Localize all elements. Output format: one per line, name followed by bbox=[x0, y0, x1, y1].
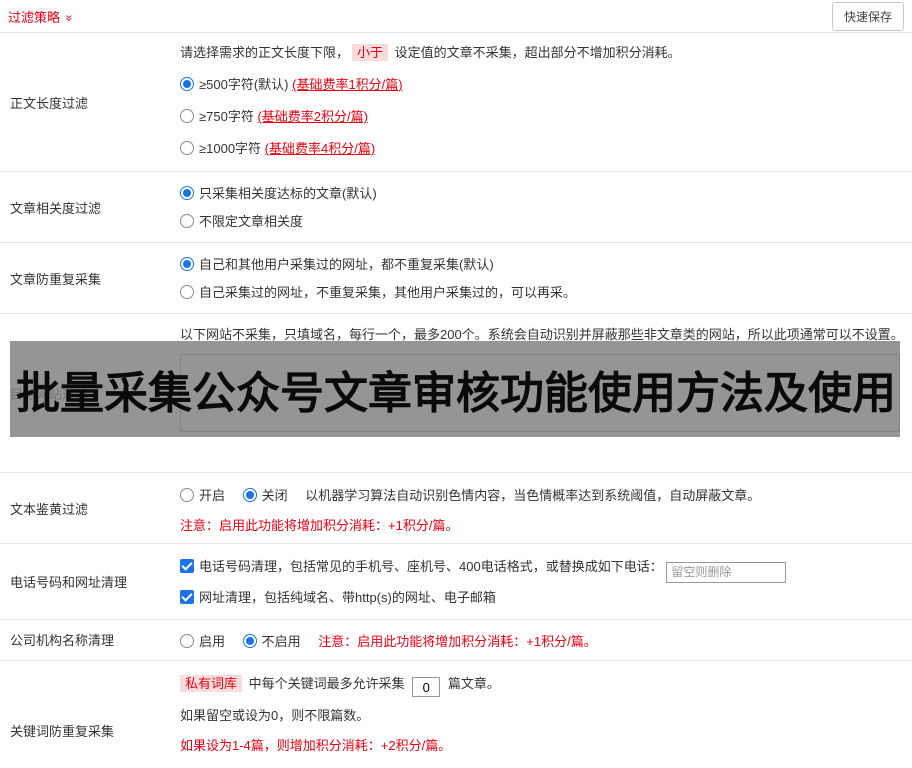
keyword-line3: 如果设为1-4篇，则增加积分消耗：+2积分/篇。 bbox=[180, 738, 452, 753]
checkbox-url-cleanup[interactable]: 网址清理，包括纯域名、带http(s)的网址、电子邮箱 bbox=[180, 589, 496, 605]
radio-option-dedup-all[interactable]: 自己和其他用户采集过的网址，都不重复采集(默认) bbox=[180, 251, 904, 279]
option-label: 不限定文章相关度 bbox=[199, 214, 304, 229]
keyword-line1-end: 篇文章。 bbox=[447, 675, 500, 691]
keyword-line1-mid: 中每个关键词最多允许采集 bbox=[248, 675, 405, 691]
radio-option-relevance-only[interactable]: 只采集相关度达标的文章(默认) bbox=[180, 180, 904, 208]
page-title[interactable]: 过滤策略 » bbox=[8, 7, 76, 26]
row-dedup: 文章防重复采集 自己和其他用户采集过的网址，都不重复采集(默认) 自己采集过的网… bbox=[0, 243, 912, 314]
radio-icon[interactable] bbox=[180, 257, 194, 271]
radio-option-1000[interactable]: ≥1000字符 (基础费率4积分/篇) bbox=[180, 133, 904, 165]
company-warning: 注意：启用此功能将增加积分消耗：+1积分/篇。 bbox=[318, 633, 597, 649]
radio-icon[interactable] bbox=[180, 141, 194, 155]
radio-icon[interactable] bbox=[180, 285, 194, 299]
option-label: ≥750字符 bbox=[199, 109, 258, 124]
radio-icon[interactable] bbox=[180, 488, 194, 502]
row-porn-filter-label: 文本鉴黄过滤 bbox=[10, 501, 89, 517]
radio-icon[interactable] bbox=[180, 214, 194, 228]
option-label: 网址清理，包括纯域名、带http(s)的网址、电子邮箱 bbox=[199, 589, 496, 605]
fee-note: (基础费率1积分/篇) bbox=[292, 77, 403, 92]
row-keyword-dedup: 关键词防重复采集 私有词库 中每个关键词最多允许采集 篇文章。 如果留空或设为0… bbox=[0, 661, 912, 768]
option-label: 不启用 bbox=[261, 633, 301, 649]
option-label: 开启 bbox=[199, 488, 226, 503]
radio-icon[interactable] bbox=[242, 633, 257, 648]
desc-after: 设定值的文章不采集，超出部分不增加积分消耗。 bbox=[391, 45, 681, 60]
fee-note: (基础费率2积分/篇) bbox=[257, 109, 368, 124]
porn-filter-warning: 注意：启用此功能将增加积分消耗：+1积分/篇。 bbox=[180, 518, 459, 533]
keyword-line2: 如果留空或设为0，则不限篇数。 bbox=[180, 708, 370, 723]
row-keyword-dedup-body: 私有词库 中每个关键词最多允许采集 篇文章。 如果留空或设为0，则不限篇数。 如… bbox=[180, 661, 912, 768]
option-label: 启用 bbox=[199, 633, 226, 649]
radio-option-dedup-self[interactable]: 自己采集过的网址，不重复采集，其他用户采集过的，可以再采。 bbox=[180, 279, 904, 307]
watermark-banner: 批量采集公众号文章审核功能使用方法及使用 bbox=[10, 341, 900, 437]
filter-strategy-page: 过滤策略 » 快速保存 正文长度过滤 请选择需求的正文长度下限， 小于 设定值的文… bbox=[0, 0, 912, 768]
option-label: 只采集相关度达标的文章(默认) bbox=[199, 186, 377, 201]
row-keyword-dedup-label: 关键词防重复采集 bbox=[10, 724, 115, 740]
keyword-count-input[interactable] bbox=[412, 677, 441, 697]
option-label: ≥500字符(默认) bbox=[199, 77, 293, 92]
radio-option-porn-on[interactable]: 开启 bbox=[180, 488, 229, 503]
row-porn-filter: 文本鉴黄过滤 开启 关闭 以机器学习算法自动识别色情内容，当色情概率达到系统阈值… bbox=[0, 473, 912, 544]
option-label: 自己和其他用户采集过的网址，都不重复采集(默认) bbox=[199, 257, 494, 272]
radio-option-750[interactable]: ≥750字符 (基础费率2积分/篇) bbox=[180, 101, 904, 133]
radio-option-company-off[interactable]: 不启用 bbox=[242, 633, 305, 649]
checkbox-icon[interactable] bbox=[180, 589, 194, 604]
row-phone-url: 电话号码和网址清理 电话号码清理，包括常见的手机号、座机号、400电话格式，或替… bbox=[0, 544, 912, 620]
radio-icon[interactable] bbox=[242, 488, 257, 502]
row-content-length: 正文长度过滤 请选择需求的正文长度下限， 小于 设定值的文章不采集，超出部分不增加… bbox=[0, 33, 912, 172]
radio-option-porn-off[interactable]: 关闭 bbox=[242, 488, 292, 503]
row-content-length-body: 请选择需求的正文长度下限， 小于 设定值的文章不采集，超出部分不增加积分消耗。 ≥… bbox=[180, 33, 912, 171]
row-phone-url-label: 电话号码和网址清理 bbox=[10, 574, 128, 590]
checkbox-phone-cleanup[interactable]: 电话号码清理，包括常见的手机号、座机号、400电话格式，或替换成如下电话： bbox=[180, 559, 666, 574]
row-relevance: 文章相关度过滤 只采集相关度达标的文章(默认) 不限定文章相关度 bbox=[0, 172, 912, 243]
radio-icon[interactable] bbox=[180, 633, 194, 648]
radio-option-500[interactable]: ≥500字符(默认) (基础费率1积分/篇) bbox=[180, 69, 904, 101]
row-content-length-label: 正文长度过滤 bbox=[10, 95, 89, 111]
option-label: 电话号码清理，包括常见的手机号、座机号、400电话格式，或替换成如下电话： bbox=[199, 559, 663, 574]
row-company-cleanup-body: 启用 不启用 注意：启用此功能将增加积分消耗：+1积分/篇。 bbox=[180, 620, 912, 660]
porn-filter-desc: 以机器学习算法自动识别色情内容，当色情概率达到系统阈值，自动屏蔽文章。 bbox=[305, 488, 761, 503]
row-porn-filter-body: 开启 关闭 以机器学习算法自动识别色情内容，当色情概率达到系统阈值，自动屏蔽文章… bbox=[180, 473, 912, 543]
radio-icon[interactable] bbox=[180, 109, 194, 123]
radio-icon[interactable] bbox=[180, 186, 194, 200]
replacement-phone-input[interactable] bbox=[666, 561, 787, 583]
radio-icon[interactable] bbox=[180, 77, 194, 91]
checkbox-icon[interactable] bbox=[180, 559, 194, 573]
option-label: 关闭 bbox=[261, 488, 288, 503]
page-title-text: 过滤策略 bbox=[8, 9, 61, 25]
less-than-highlight: 小于 bbox=[352, 44, 389, 61]
fee-note: (基础费率4积分/篇) bbox=[264, 141, 376, 156]
option-label: ≥1000字符 bbox=[199, 141, 265, 156]
radio-option-relevance-any[interactable]: 不限定文章相关度 bbox=[180, 208, 904, 236]
row-relevance-label: 文章相关度过滤 bbox=[10, 200, 102, 216]
content-length-desc: 请选择需求的正文长度下限， 小于 设定值的文章不采集，超出部分不增加积分消耗。 bbox=[180, 43, 904, 63]
row-phone-url-body: 电话号码清理，包括常见的手机号、座机号、400电话格式，或替换成如下电话： 网址… bbox=[180, 544, 912, 619]
desc-before: 请选择需求的正文长度下限， bbox=[180, 45, 350, 60]
row-dedup-body: 自己和其他用户采集过的网址，都不重复采集(默认) 自己采集过的网址，不重复采集，… bbox=[180, 243, 912, 313]
row-company-cleanup: 公司机构名称清理 启用 不启用 注意：启用此功能将增加积分消耗：+1积分/篇。 bbox=[0, 620, 912, 661]
radio-option-company-on[interactable]: 启用 bbox=[180, 633, 229, 649]
option-label: 自己采集过的网址，不重复采集，其他用户采集过的，可以再采。 bbox=[199, 285, 577, 300]
chevron-down-icon: » bbox=[61, 14, 76, 21]
row-relevance-body: 只采集相关度达标的文章(默认) 不限定文章相关度 bbox=[180, 172, 912, 242]
row-company-cleanup-label: 公司机构名称清理 bbox=[10, 633, 115, 648]
private-lexicon-badge: 私有词库 bbox=[180, 674, 243, 692]
header: 过滤策略 » 快速保存 bbox=[0, 0, 912, 33]
quick-save-button[interactable]: 快速保存 bbox=[831, 1, 904, 31]
row-dedup-label: 文章防重复采集 bbox=[10, 271, 102, 287]
